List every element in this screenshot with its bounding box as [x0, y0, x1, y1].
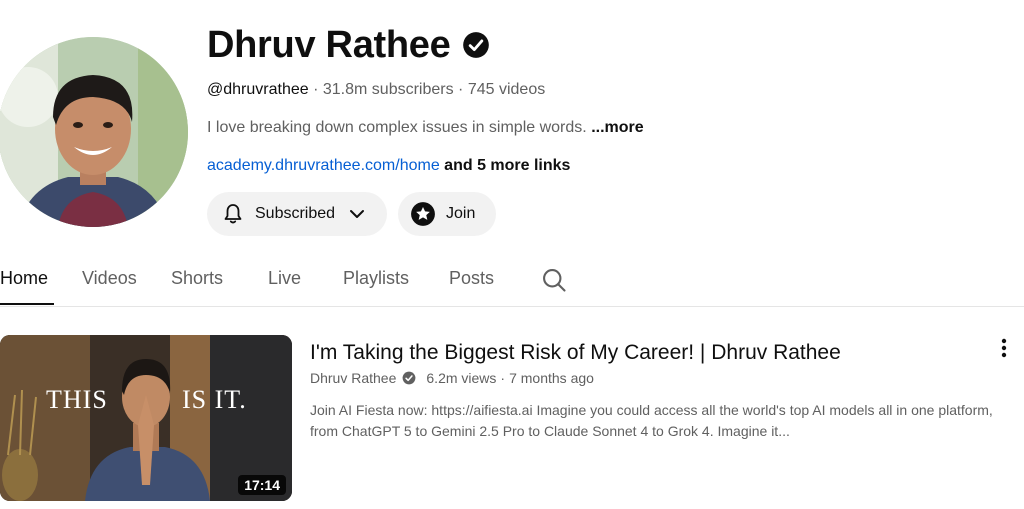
video-views: 6.2m views: [426, 370, 497, 386]
thumbnail-text-right: IS IT.: [182, 385, 247, 414]
channel-tabs: Home Videos Shorts Live Playlists Posts: [0, 258, 1024, 307]
subscriber-count: 31.8m subscribers: [322, 81, 454, 98]
search-icon[interactable]: [540, 266, 568, 294]
tab-home[interactable]: Home: [0, 268, 48, 289]
video-duration: 17:14: [238, 475, 286, 495]
verified-icon: [463, 32, 490, 58]
tab-shorts[interactable]: Shorts: [171, 268, 223, 289]
video-thumbnail[interactable]: THIS IS IT. 17:14: [0, 335, 292, 501]
active-tab-indicator: [0, 303, 54, 305]
channel-handle: @dhruvrathee: [207, 81, 309, 98]
video-age: 7 months ago: [509, 370, 594, 386]
verified-icon: [402, 371, 416, 385]
channel-links: academy.dhruvrathee.com/home and 5 more …: [207, 156, 570, 176]
tab-videos[interactable]: Videos: [82, 268, 137, 289]
more-vert-icon[interactable]: [992, 336, 1016, 360]
channel-link[interactable]: academy.dhruvrathee.com/home: [207, 157, 440, 174]
more-links[interactable]: and 5 more links: [444, 157, 570, 174]
description-more-link[interactable]: ...more: [591, 119, 643, 136]
star-icon: [411, 202, 435, 226]
video-meta: Dhruv Rathee 6.2m views · 7 months ago: [310, 369, 594, 387]
meta-separator: ·: [313, 81, 319, 98]
video-count: 745 videos: [467, 81, 546, 98]
tab-playlists[interactable]: Playlists: [343, 268, 409, 289]
channel-name-text: Dhruv Rathee: [207, 24, 451, 66]
tab-live[interactable]: Live: [268, 268, 301, 289]
video-title[interactable]: I'm Taking the Biggest Risk of My Career…: [310, 340, 841, 366]
video-description[interactable]: Join AI Fiesta now: https://aifiesta.ai …: [310, 400, 1022, 442]
avatar-illustration: [0, 37, 188, 227]
thumbnail-text-left: THIS: [46, 385, 108, 414]
channel-avatar[interactable]: [0, 37, 188, 227]
channel-meta: @dhruvrathee · 31.8m subscribers · 745 v…: [207, 80, 545, 100]
channel-name: Dhruv Rathee: [207, 22, 490, 68]
tab-posts[interactable]: Posts: [449, 268, 494, 289]
description-text: I love breaking down complex issues in s…: [207, 119, 587, 136]
bell-icon: [224, 204, 242, 224]
join-label: Join: [446, 205, 476, 222]
channel-description[interactable]: I love breaking down complex issues in s…: [207, 118, 644, 138]
meta-separator: ·: [458, 81, 464, 98]
subscribed-button[interactable]: Subscribed: [207, 192, 387, 236]
subscribed-label: Subscribed: [255, 205, 336, 222]
video-channel-name[interactable]: Dhruv Rathee: [310, 369, 396, 387]
meta-separator: ·: [500, 370, 506, 386]
join-button[interactable]: Join: [398, 192, 496, 236]
chevron-down-icon: [350, 210, 365, 218]
